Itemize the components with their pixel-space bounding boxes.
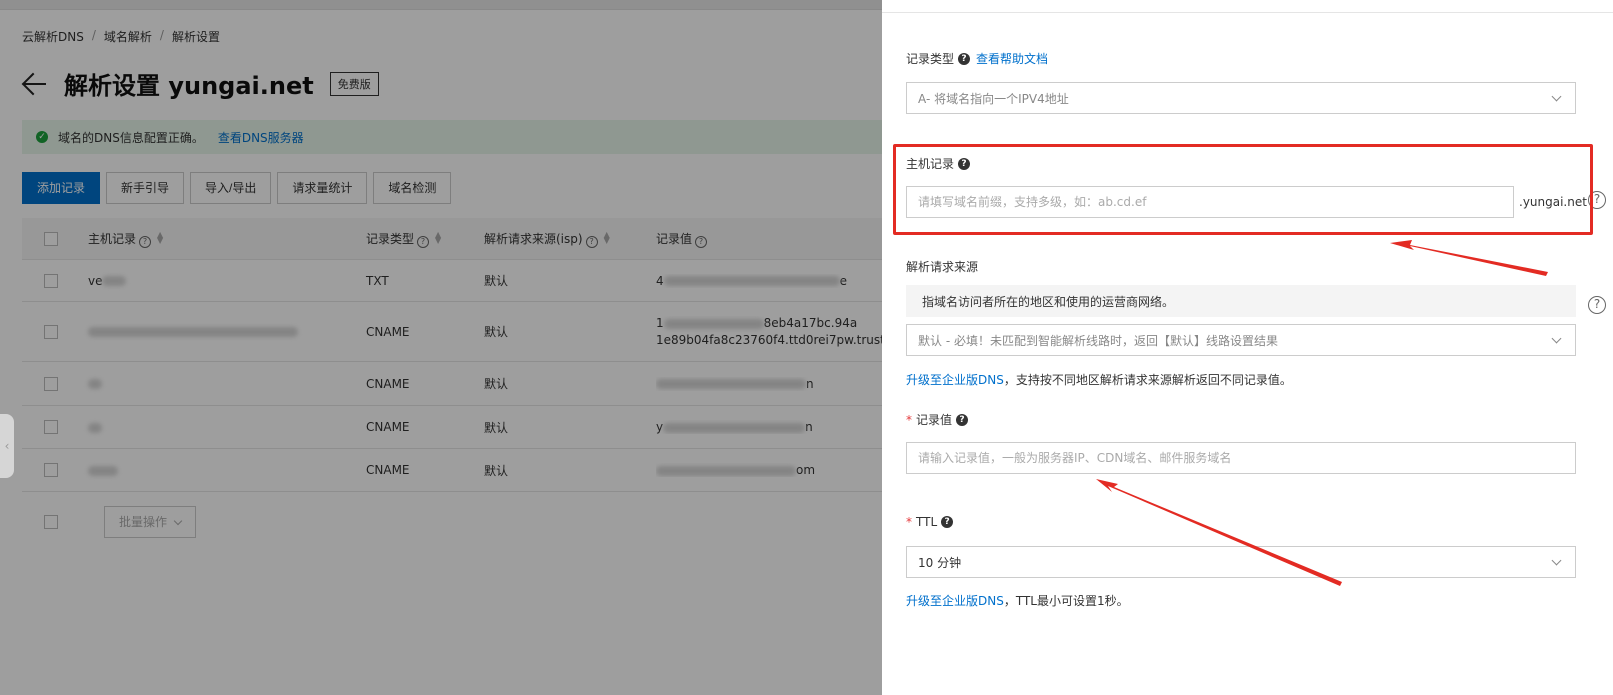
ttl-label: * TTL ? xyxy=(906,515,954,529)
chevron-down-icon xyxy=(1551,333,1562,343)
isp-hint: 指域名访问者所在的地区和使用的运营商网络。 xyxy=(906,285,1576,317)
required-mark: * xyxy=(906,412,912,427)
upgrade-enterprise-link[interactable]: 升级至企业版DNS xyxy=(906,373,1004,387)
ttl-select[interactable]: 10 分钟 xyxy=(906,546,1576,578)
upgrade-enterprise-link[interactable]: 升级至企业版DNS xyxy=(906,594,1004,608)
help-icon[interactable]: ? xyxy=(956,413,969,426)
collapse-handle[interactable]: ‹ xyxy=(0,414,14,478)
isp-select[interactable]: 默认 - 必填！未匹配到智能解析线路时，返回【默认】线路设置结果 xyxy=(906,324,1576,356)
modal-overlay[interactable] xyxy=(0,0,882,695)
chevron-down-icon xyxy=(1551,91,1562,101)
chevron-down-icon xyxy=(1551,555,1562,565)
isp-label: 解析请求来源 xyxy=(906,260,979,274)
help-icon[interactable]: ? xyxy=(941,516,954,528)
record-value-label: * 记录值 ? xyxy=(906,411,969,428)
drawer-divider xyxy=(882,12,1613,13)
add-record-drawer: 记录类型 ? 查看帮助文档 A- 将域名指向一个IPV4地址 主机记录 ? .y… xyxy=(882,0,1613,695)
help-icon[interactable]: ? xyxy=(958,52,971,65)
ttl-upgrade-note: 升级至企业版DNS，TTL最小可设置1秒。 xyxy=(906,594,1129,608)
highlight-box xyxy=(893,144,1593,235)
record-type-label: 记录类型 ? 查看帮助文档 xyxy=(906,50,1049,67)
record-value-input[interactable] xyxy=(906,442,1576,474)
record-type-select[interactable]: A- 将域名指向一个IPV4地址 xyxy=(906,82,1576,114)
isp-upgrade-note: 升级至企业版DNS，支持按不同地区解析请求来源解析返回不同记录值。 xyxy=(906,373,1292,387)
help-doc-link[interactable]: 查看帮助文档 xyxy=(976,50,1048,67)
question-circle-icon[interactable]: ? xyxy=(1588,296,1606,314)
required-mark: * xyxy=(906,515,912,529)
